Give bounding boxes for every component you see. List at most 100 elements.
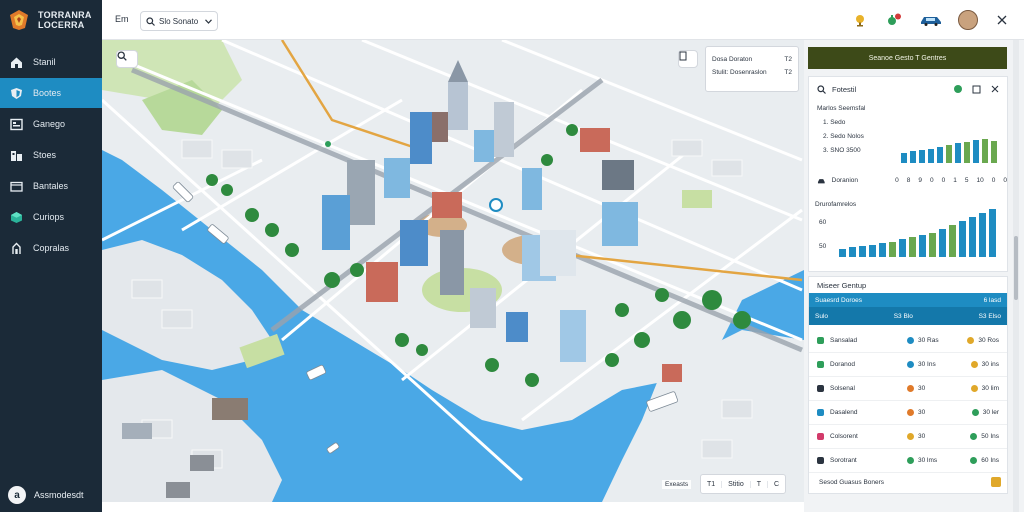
map-tool-4[interactable]: C	[768, 481, 785, 488]
sidebar-item-5[interactable]: Bantales	[0, 171, 102, 201]
status-icon[interactable]	[954, 85, 962, 93]
row-label: Sorotrant	[830, 457, 857, 464]
row-status-dot	[907, 337, 914, 344]
tick-label: 0	[1003, 176, 1007, 184]
row-status-dot	[971, 409, 979, 416]
panel-scrollbar-thumb[interactable]	[1014, 236, 1018, 300]
sidebar-item-label: Stanil	[33, 57, 56, 67]
analytics-title: Fotestil	[832, 84, 857, 94]
row-value: 30	[918, 385, 926, 392]
highlight-c1: Sulo	[815, 312, 829, 320]
sidebar-item-label: Stoes	[33, 150, 57, 160]
map-toolbar: T1 Stitio T C	[700, 474, 787, 494]
sidebar-item-1[interactable]: Stanil	[0, 47, 102, 77]
account-label: Assmodesdt	[34, 490, 84, 500]
row-value: 30	[918, 409, 926, 416]
map-search-button[interactable]	[116, 50, 138, 68]
account-avatar: a	[8, 486, 26, 504]
tick-label: 0	[895, 176, 899, 184]
tick-label: 8	[906, 176, 911, 184]
sidebar-item-4[interactable]: Stoes	[0, 140, 102, 170]
brand[interactable]: TORRANRA LOCERRA	[0, 0, 102, 40]
dashboard-icon	[9, 117, 23, 131]
row-color-swatch	[817, 361, 824, 368]
account-menu[interactable]: a Assmodesdt	[8, 486, 84, 504]
topbar-label[interactable]: Em	[115, 14, 129, 24]
logo-icon	[10, 10, 28, 30]
sidebar-item-label: Ganego	[33, 119, 66, 129]
panel-banner[interactable]: Seanoe Gesto T Gentres	[808, 47, 1007, 69]
table-row[interactable]: Colsorent 30 50 Ins	[809, 425, 1007, 449]
sidebar-item-label: Bootes	[33, 88, 62, 98]
footer-label: Sesod Guasus Boners	[819, 478, 885, 486]
sidebar-item-2[interactable]: Bootes	[0, 78, 102, 108]
sidebar-item-6[interactable]: Curiops	[0, 202, 102, 232]
mini-bar-chart-2	[839, 209, 996, 257]
row-value: 30 ler	[982, 409, 999, 416]
table-row[interactable]: Sansalad 30 Ras 30 Ros	[809, 329, 1007, 353]
row-value: 30	[918, 433, 926, 440]
table-row[interactable]: Dasalend 30 30 ler	[809, 401, 1007, 425]
row-color-swatch	[817, 433, 824, 440]
table-row[interactable]: Doranod 30 Ins 30 ins	[809, 353, 1007, 377]
sidebar-nav: Stanil Bootes Ganego Stoes Bantales Curi…	[0, 47, 102, 263]
chart2-ylabel-2: 50	[819, 243, 827, 250]
tick-label: 0	[941, 176, 946, 184]
car-icon	[817, 178, 825, 183]
location-search[interactable]: Slo Sonato	[140, 11, 218, 31]
map-tool-3[interactable]: T	[751, 480, 769, 488]
row-value: 30 ins	[981, 361, 999, 368]
summary-line-1: 1. Sedo	[823, 118, 846, 126]
row-value: 30 Ins	[918, 361, 936, 368]
car-icon[interactable]	[918, 10, 944, 30]
building-icon	[9, 148, 23, 162]
map-tool-2[interactable]: Stitio	[722, 480, 751, 488]
table-header-c1: Suaesrd Doroes	[815, 296, 862, 304]
sidebar-item-label: Copralas	[33, 243, 70, 253]
close-icon[interactable]	[991, 85, 999, 93]
row-value: 30 Ras	[918, 337, 939, 344]
sidebar-item-3[interactable]: Ganego	[0, 109, 102, 139]
highlight-c3: S3 Elso	[978, 312, 1001, 320]
chart1-row: Doranion 0 8 9 0 0 1 5 10 0 0	[809, 173, 1007, 187]
export-icon[interactable]	[972, 85, 981, 94]
chevron-down-icon	[205, 18, 212, 24]
row-status-dot	[970, 433, 978, 440]
notification-icon[interactable]	[884, 10, 904, 30]
brand-name: TORRANRA LOCERRA	[38, 10, 92, 30]
row-status-dot	[970, 361, 978, 368]
row-status-dot	[907, 409, 914, 416]
tick-label: 5	[964, 176, 969, 184]
map-layers-button[interactable]	[678, 50, 698, 68]
table-row-highlight[interactable]: Sulo S3 Blo S3 Elso	[809, 307, 1007, 325]
row-label: Colsorent	[830, 433, 858, 440]
city-map[interactable]: Dosa Doraton T2 Stulit: Dosenraslon T2 Exe…	[102, 40, 804, 502]
shield-icon	[9, 86, 23, 100]
status-card-title: Miseer Gentup	[817, 280, 867, 290]
trophy-icon[interactable]	[850, 10, 870, 30]
tick-label: 9	[918, 176, 923, 184]
row-label: Sansalad	[830, 337, 858, 344]
layers-icon	[679, 51, 687, 61]
analytics-card-header: Fotestil	[809, 77, 1007, 101]
right-panel: Seanoe Gesto T Gentres Fotestil Marlos S…	[804, 40, 1024, 512]
sidebar-item-7[interactable]: Copralas	[0, 233, 102, 263]
tick-label: 10	[976, 176, 984, 184]
legend-row1-label: Dosa Doraton	[712, 56, 753, 63]
legend-row2-label: Stulit: Dosenraslon	[712, 69, 767, 76]
row-status-dot	[970, 457, 978, 464]
table-row[interactable]: Sorotrant 30 lms 60 Ins	[809, 449, 1007, 473]
map-scale-label: Exeasts	[662, 480, 692, 489]
map-canvas	[102, 40, 804, 502]
table-row[interactable]: Solsenal 30 30 lim	[809, 377, 1007, 401]
expand-icon[interactable]	[991, 477, 1001, 487]
row-status-dot	[907, 385, 914, 392]
user-avatar[interactable]	[958, 10, 978, 30]
sidebar-item-label: Curiops	[33, 212, 65, 222]
map-tool-1[interactable]: T1	[701, 480, 723, 488]
cube-icon	[9, 210, 23, 224]
row-status-dot	[970, 385, 978, 392]
table-header-c3: 6 lasd	[983, 296, 1001, 304]
row-status-dot	[967, 337, 975, 344]
close-icon[interactable]	[992, 10, 1012, 30]
